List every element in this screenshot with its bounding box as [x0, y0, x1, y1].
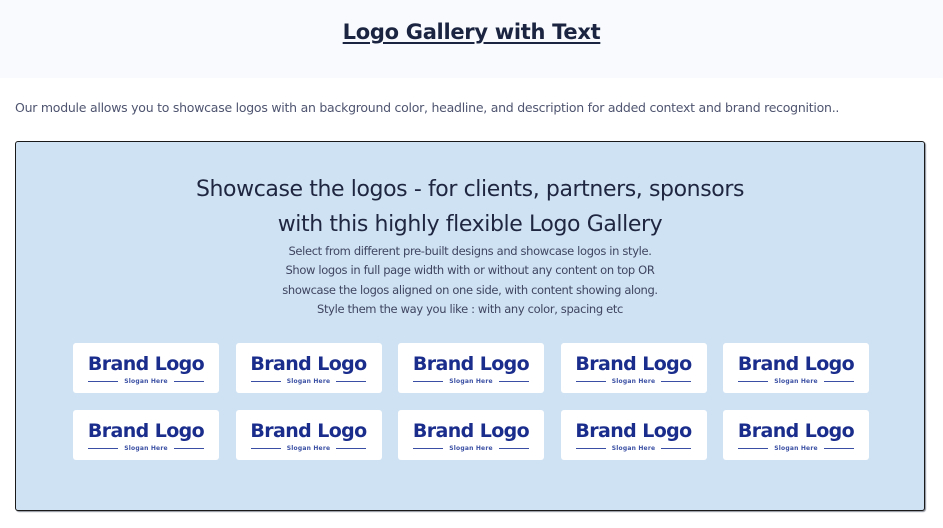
brand-logo-text: Brand Logo	[575, 353, 692, 375]
slogan-row: Slogan Here	[250, 378, 367, 385]
slogan-row: Slogan Here	[250, 445, 367, 452]
brand-logo-text: Brand Logo	[87, 420, 205, 442]
slogan-row: Slogan Here	[738, 378, 854, 385]
logo-card[interactable]: Brand Logo Slogan Here	[560, 410, 707, 460]
page-title: Logo Gallery with Text	[0, 20, 943, 44]
description-line: showcase the logos aligned on one side, …	[282, 282, 658, 297]
slogan-row: Slogan Here	[738, 445, 854, 452]
slogan-row: Slogan Here	[88, 378, 204, 385]
slogan-divider-right	[498, 448, 529, 449]
brand-logo-text: Brand Logo	[575, 420, 692, 442]
brand-logo-text: Brand Logo	[250, 420, 367, 442]
slogan-row: Slogan Here	[575, 378, 692, 385]
logo-card[interactable]: Brand Logo Slogan Here	[398, 343, 544, 393]
logo-card[interactable]: Brand Logo Slogan Here	[398, 410, 544, 460]
slogan-divider-right	[336, 381, 367, 382]
slogan-divider-left	[413, 448, 444, 449]
description-line: Select from different pre-built designs …	[288, 244, 652, 258]
slogan-divider-right	[498, 381, 529, 382]
slogan-divider-left	[413, 381, 444, 382]
brand-logo-text: Brand Logo	[737, 353, 855, 375]
slogan-text: Slogan Here	[449, 445, 493, 452]
slogan-divider-left	[738, 381, 769, 382]
logo-card[interactable]: Brand Logo Slogan Here	[73, 343, 219, 393]
logo-card[interactable]: Brand Logo Slogan Here	[723, 343, 869, 393]
slogan-row: Slogan Here	[575, 445, 692, 452]
headline-line-1: Showcase the logos - for clients, partne…	[195, 177, 745, 202]
slogan-row: Slogan Here	[413, 378, 529, 385]
slogan-divider-right	[336, 448, 367, 449]
intro-text: Our module allows you to showcase logos …	[15, 100, 840, 115]
logo-card[interactable]: Brand Logo Slogan Here	[723, 410, 869, 460]
slogan-divider-right	[823, 448, 854, 449]
description-line: Style them the way you like : with any c…	[317, 301, 623, 316]
logo-card[interactable]: Brand Logo Slogan Here	[560, 343, 707, 393]
slogan-text: Slogan Here	[286, 378, 331, 385]
slogan-divider-left	[738, 448, 769, 449]
slogan-text: Slogan Here	[286, 445, 331, 452]
logo-card[interactable]: Brand Logo Slogan Here	[235, 343, 382, 393]
slogan-divider-left	[250, 381, 281, 382]
slogan-divider-left	[250, 448, 281, 449]
brand-logo-text: Brand Logo	[412, 353, 530, 375]
slogan-text: Slogan Here	[774, 378, 818, 385]
slogan-row: Slogan Here	[413, 445, 529, 452]
description-line: Show logos in full page width with or wi…	[285, 263, 655, 278]
slogan-text: Slogan Here	[449, 378, 493, 385]
brand-logo-text: Brand Logo	[412, 420, 530, 442]
page-title-text: Logo Gallery with Text	[342, 20, 601, 44]
slogan-text: Slogan Here	[611, 378, 656, 385]
slogan-divider-left	[88, 448, 119, 449]
slogan-divider-right	[173, 381, 204, 382]
logo-card[interactable]: Brand Logo Slogan Here	[235, 410, 382, 460]
slogan-divider-right	[173, 448, 204, 449]
brand-logo-text: Brand Logo	[87, 353, 205, 375]
brand-logo-text: Brand Logo	[737, 420, 855, 442]
slogan-row: Slogan Here	[88, 445, 204, 452]
brand-logo-text: Brand Logo	[250, 353, 367, 375]
slogan-text: Slogan Here	[774, 445, 818, 452]
slogan-text: Slogan Here	[124, 445, 168, 452]
slogan-divider-left	[88, 381, 119, 382]
slogan-divider-right	[661, 381, 692, 382]
gallery-headline: Showcase the logos - for clients, partne…	[16, 172, 924, 242]
logo-grid: Brand Logo Slogan Here Brand Logo Slogan He…	[73, 343, 869, 460]
slogan-divider-left	[575, 381, 606, 382]
slogan-text: Slogan Here	[124, 378, 168, 385]
logo-card[interactable]: Brand Logo Slogan Here	[73, 410, 219, 460]
logo-gallery-module: Showcase the logos - for clients, partne…	[15, 141, 925, 511]
slogan-divider-left	[575, 448, 606, 449]
slogan-divider-right	[823, 381, 854, 382]
slogan-text: Slogan Here	[611, 445, 656, 452]
gallery-description: Select from different pre-built designs …	[16, 242, 924, 319]
headline-line-2: with this highly flexible Logo Gallery	[277, 212, 663, 237]
slogan-divider-right	[661, 448, 692, 449]
